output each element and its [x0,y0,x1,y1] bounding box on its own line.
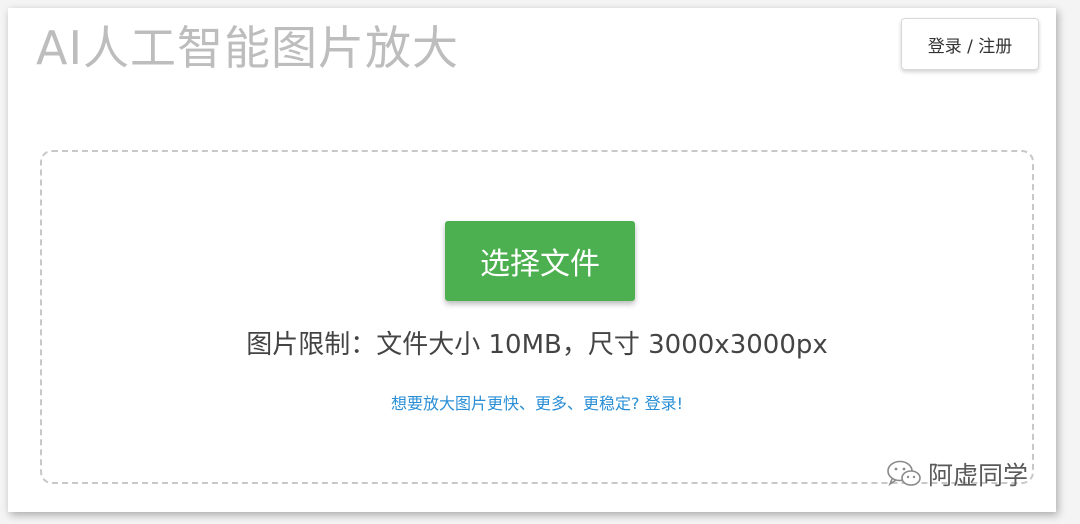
page-title: AI人工智能图片放大 [36,21,460,75]
file-drop-zone[interactable]: 选择文件 图片限制：文件大小 10MB，尺寸 3000x3000px 想要放大图… [40,150,1034,484]
main-panel: AI人工智能图片放大 登录 / 注册 选择文件 图片限制：文件大小 10MB，尺… [8,8,1056,512]
login-hint: 想要放大图片更快、更多、更稳定? 登录! [42,390,1032,414]
watermark: 阿虚同学 [886,456,1028,492]
login-register-button[interactable]: 登录 / 注册 [901,18,1039,70]
wechat-icon [886,459,922,489]
watermark-text: 阿虚同学 [928,461,1029,490]
image-limits-text: 图片限制：文件大小 10MB，尺寸 3000x3000px [246,330,828,360]
login-hint-link[interactable]: 想要放大图片更快、更多、更稳定? 登录! [391,394,683,413]
choose-file-button[interactable]: 选择文件 [445,221,635,301]
